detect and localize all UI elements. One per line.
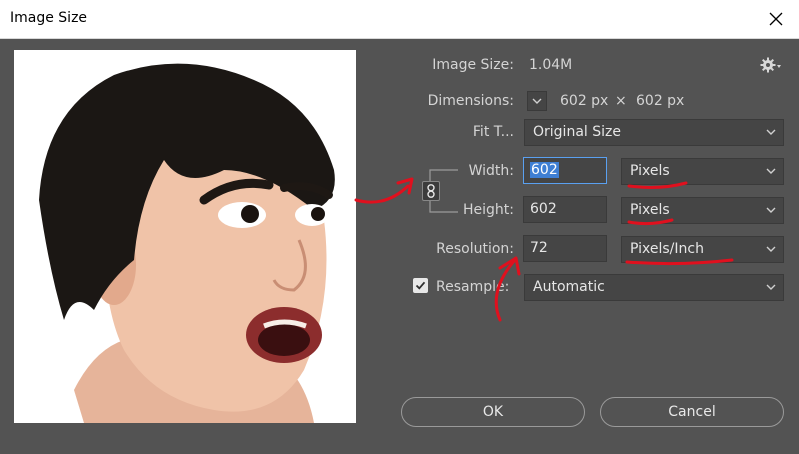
resample-method-dropdown[interactable]: Automatic: [524, 274, 784, 301]
close-icon: [769, 12, 783, 26]
dimensions-height-value: 602 px: [636, 93, 685, 109]
resample-method-value: Automatic: [533, 279, 605, 295]
fit-to-value: Original Size: [533, 124, 621, 140]
resample-label: Resample:: [436, 279, 510, 295]
arrow-to-link-button-head: [396, 177, 414, 195]
fit-to-dropdown[interactable]: Original Size: [524, 119, 784, 146]
chevron-down-icon: [766, 168, 776, 174]
image-preview: [14, 50, 356, 423]
fit-to-label: Fit T...: [472, 124, 514, 140]
chevron-down-icon: [766, 284, 776, 290]
preview-photo: [39, 63, 335, 423]
height-unit-value: Pixels: [630, 202, 670, 218]
width-input-value: 602: [530, 162, 559, 178]
settings-button[interactable]: [760, 57, 782, 77]
width-input[interactable]: 602: [523, 157, 607, 184]
arrow-to-link-button: [354, 184, 410, 204]
height-label: Height:: [463, 202, 514, 218]
title-bar: Image Size: [0, 0, 799, 39]
resolution-input-value: 72: [530, 240, 548, 256]
height-input-value: 602: [530, 201, 557, 217]
resolution-input[interactable]: 72: [523, 235, 607, 262]
arrow-to-resolution-head: [498, 256, 521, 276]
dimensions-label: Dimensions:: [427, 93, 514, 109]
gear-icon: [760, 57, 781, 73]
chevron-down-icon: [766, 246, 776, 252]
dimensions-width-value: 602 px: [560, 93, 609, 109]
width-unit-dropdown[interactable]: Pixels: [621, 158, 784, 185]
chevron-down-icon: [766, 207, 776, 213]
window-title: Image Size: [10, 10, 88, 26]
close-button[interactable]: [753, 0, 799, 38]
image-size-value: 1.04M: [529, 57, 573, 73]
resolution-unit-dropdown[interactable]: Pixels/Inch: [621, 236, 784, 263]
chevron-down-icon: [532, 98, 542, 104]
constrain-proportions-button[interactable]: [422, 181, 440, 201]
height-unit-dropdown[interactable]: Pixels: [621, 197, 784, 224]
dimensions-unit-toggle[interactable]: [527, 91, 547, 111]
chevron-down-icon: [766, 129, 776, 135]
resolution-unit-value: Pixels/Inch: [630, 241, 704, 257]
checkmark-icon: [415, 281, 426, 290]
ok-button[interactable]: OK: [401, 397, 585, 427]
chain-link-icon: [427, 184, 435, 198]
width-unit-value: Pixels: [630, 163, 670, 179]
height-input[interactable]: 602: [523, 196, 607, 223]
resample-checkbox[interactable]: [413, 278, 428, 293]
image-size-label: Image Size:: [432, 57, 514, 73]
dimensions-times: ×: [615, 93, 627, 109]
resolution-label: Resolution:: [436, 241, 514, 257]
width-label: Width:: [468, 163, 514, 179]
cancel-button[interactable]: Cancel: [600, 397, 784, 427]
